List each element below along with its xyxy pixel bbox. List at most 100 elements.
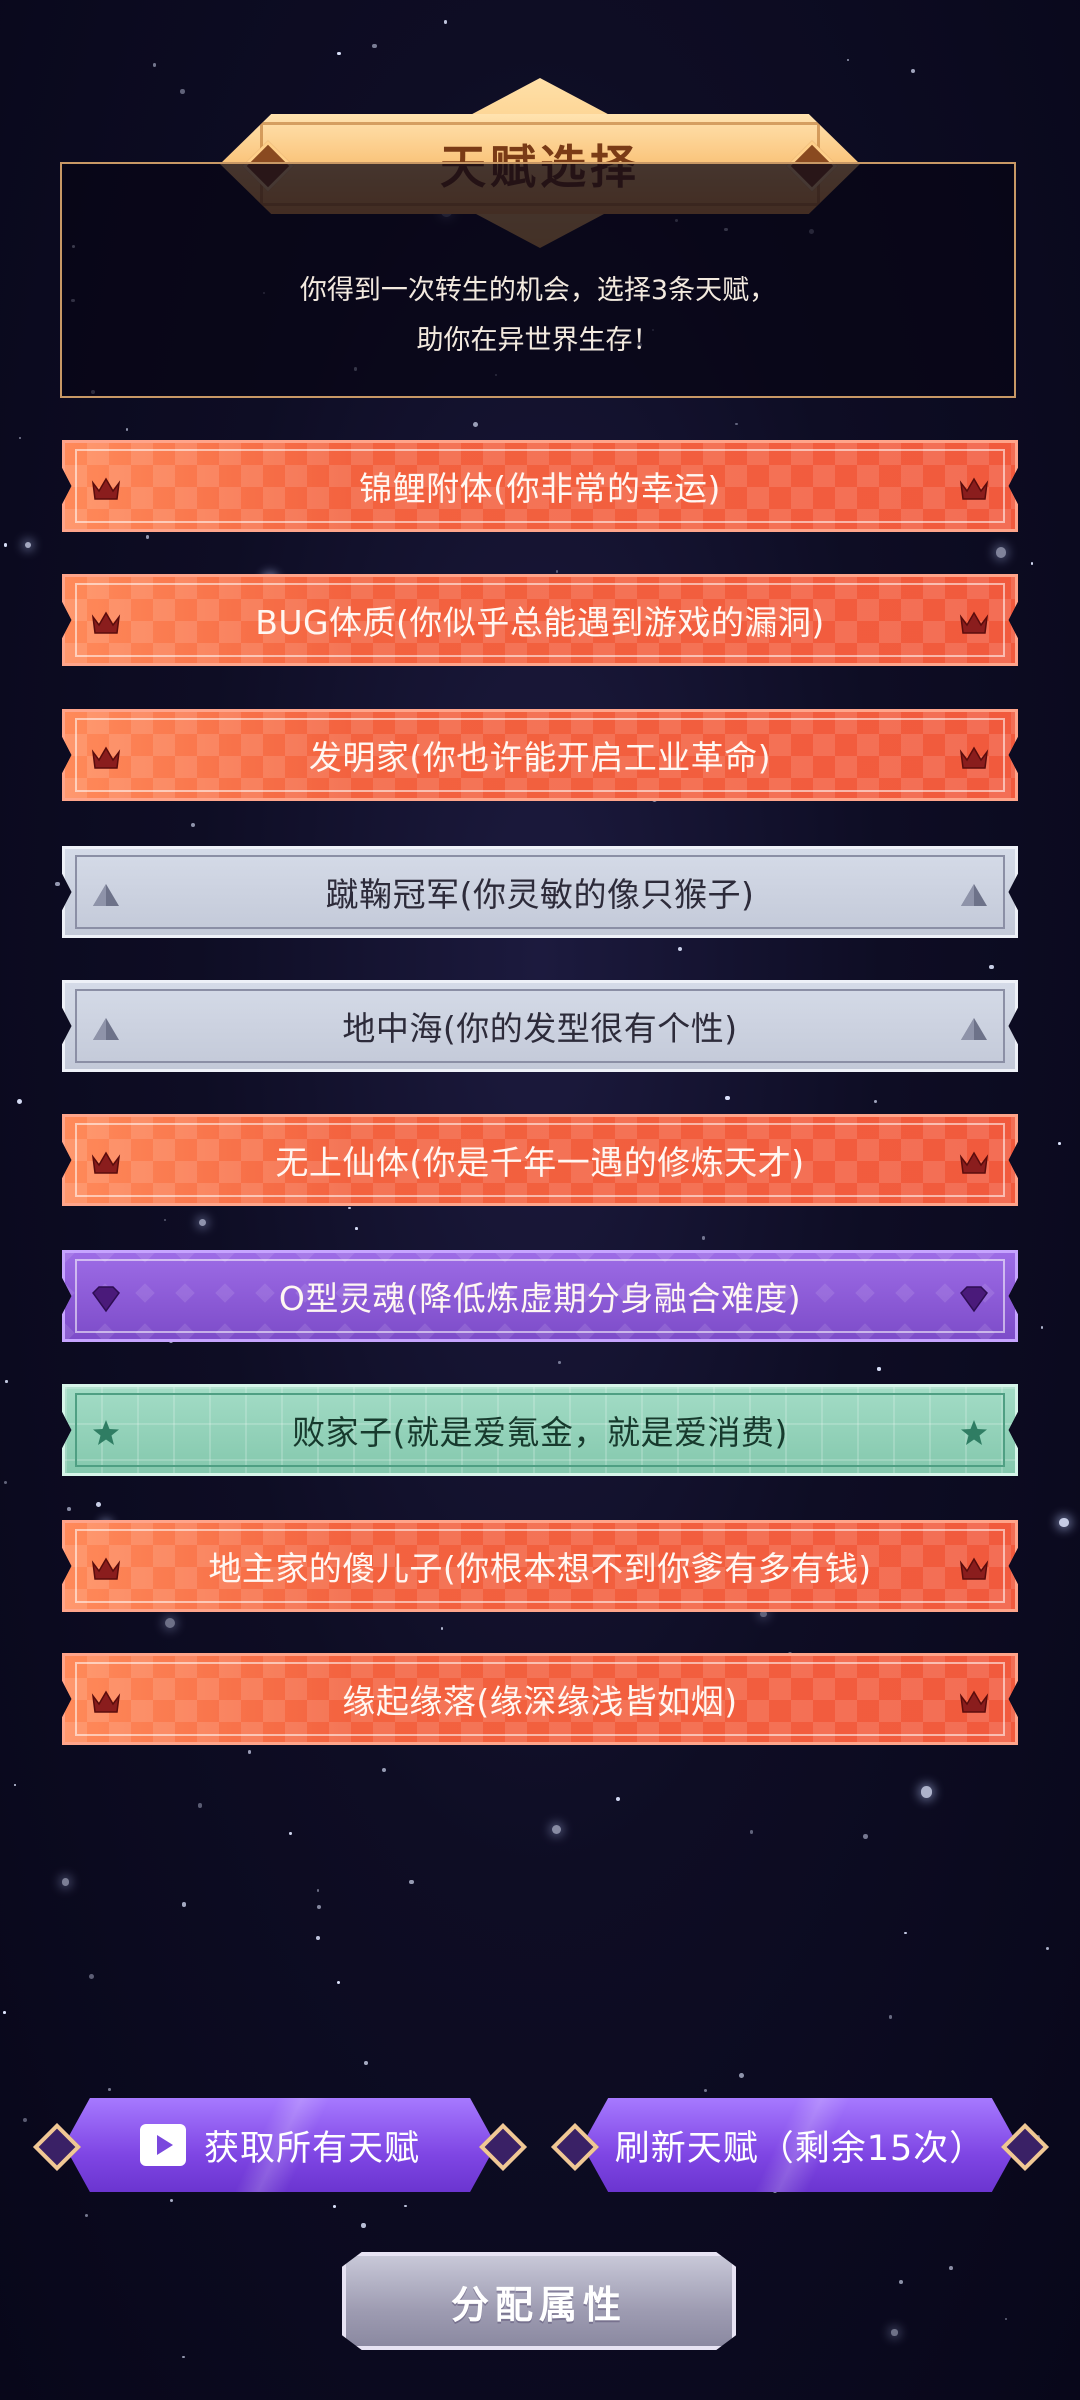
- star-dot: [749, 1830, 754, 1834]
- star-dot: [85, 2213, 89, 2217]
- star-dot: [615, 1796, 620, 1801]
- talent-option[interactable]: 地中海(你的发型很有个性): [62, 980, 1018, 1072]
- star-dot: [22, 2118, 27, 2123]
- star-dot: [19, 436, 22, 439]
- star-dot: [3, 543, 8, 548]
- star-dot: [24, 541, 32, 548]
- triangle-icon: [957, 879, 991, 911]
- star-dot: [336, 51, 341, 56]
- talent-label: 发明家(你也许能开启工业革命): [308, 738, 772, 777]
- crown-icon: [89, 1686, 123, 1718]
- star-dot: [863, 1834, 868, 1840]
- star-icon: [89, 1417, 123, 1449]
- star-dot: [354, 1227, 358, 1230]
- star-dot: [702, 1236, 706, 1240]
- star-dot: [61, 1878, 70, 1886]
- star-dot: [558, 1360, 562, 1364]
- talent-label: 地主家的傻儿子(你根本想不到你爹有多有钱): [208, 1549, 872, 1588]
- talent-option[interactable]: 蹴鞠冠军(你灵敏的像只猴子): [62, 846, 1018, 938]
- star-dot: [404, 2204, 407, 2208]
- star-dot: [1045, 1946, 1049, 1950]
- star-dot: [163, 1218, 167, 1222]
- star-dot: [181, 1902, 187, 1907]
- star-dot: [877, 1367, 881, 1371]
- get-all-talents-label: 获取所有天赋: [203, 2128, 420, 2169]
- refresh-talents-face: 刷新天赋（剩余15次）: [582, 2098, 1018, 2192]
- talent-label: O型灵魂(降低炼虚期分身融合难度): [278, 1279, 802, 1318]
- star-dot: [13, 1783, 17, 1787]
- talent-option[interactable]: 地主家的傻儿子(你根本想不到你爹有多有钱): [62, 1520, 1018, 1612]
- talent-option[interactable]: 败家子(就是爱氪金，就是爱消费): [62, 1384, 1018, 1476]
- crown-icon: [89, 1553, 123, 1585]
- gem-icon: [89, 1283, 123, 1315]
- star-dot: [948, 2265, 953, 2270]
- star-icon: [957, 1417, 991, 1449]
- star-dot: [316, 1935, 320, 1940]
- intro-panel: 你得到一次转生的机会，选择3条天赋， 助你在异世界生存！: [60, 162, 1016, 398]
- star-dot: [3, 2011, 6, 2014]
- star-dot: [145, 535, 150, 539]
- star-dot: [735, 422, 738, 425]
- star-dot: [443, 20, 448, 24]
- star-dot: [336, 1980, 340, 1984]
- talent-label: 锦鲤附体(你非常的幸运): [359, 469, 721, 508]
- refresh-talents-label: 刷新天赋（剩余15次）: [614, 2128, 986, 2169]
- talent-option[interactable]: 无上仙体(你是千年一遇的修炼天才): [62, 1114, 1018, 1206]
- crown-icon: [957, 1147, 991, 1179]
- star-dot: [904, 1931, 907, 1935]
- triangle-icon: [89, 1013, 123, 1045]
- star-dot: [289, 1832, 292, 1835]
- intro-line-2: 助你在异世界生存！: [416, 325, 660, 356]
- talent-option[interactable]: BUG体质(你似乎总能遇到游戏的漏洞): [62, 574, 1018, 666]
- star-dot: [473, 422, 479, 428]
- star-dot: [888, 2015, 893, 2019]
- crown-icon: [957, 473, 991, 505]
- star-dot: [677, 947, 683, 952]
- talent-label: 蹴鞠冠军(你灵敏的像只猴子): [325, 875, 755, 914]
- star-dot: [995, 546, 1007, 558]
- get-all-talents-face: 获取所有天赋: [64, 2098, 496, 2192]
- crown-icon: [957, 1553, 991, 1585]
- star-dot: [95, 1502, 101, 1507]
- star-dot: [739, 2073, 744, 2078]
- talent-option[interactable]: 缘起缘落(缘深缘浅皆如烟): [62, 1653, 1018, 1745]
- intro-line-1: 你得到一次转生的机会，选择3条天赋，: [299, 275, 777, 306]
- star-dot: [55, 881, 60, 887]
- star-dot: [182, 2355, 186, 2359]
- star-dot: [247, 1750, 251, 1754]
- talent-option[interactable]: 锦鲤附体(你非常的幸运): [62, 440, 1018, 532]
- talent-option[interactable]: 发明家(你也许能开启工业革命): [62, 709, 1018, 801]
- star-dot: [382, 1768, 387, 1773]
- star-dot: [88, 1973, 94, 1979]
- star-dot: [899, 2279, 903, 2284]
- gem-icon: [957, 1283, 991, 1315]
- crown-icon: [957, 607, 991, 639]
- star-dot: [847, 58, 850, 61]
- star-dot: [316, 1889, 320, 1893]
- star-dot: [1004, 2318, 1007, 2321]
- talent-label: 地中海(你的发型很有个性): [342, 1009, 738, 1048]
- get-all-talents-button[interactable]: 获取所有天赋: [32, 2090, 528, 2200]
- refresh-talents-button[interactable]: 刷新天赋（剩余15次）: [550, 2090, 1050, 2200]
- triangle-icon: [957, 1013, 991, 1045]
- star-dot: [316, 1904, 321, 1909]
- crown-icon: [89, 1147, 123, 1179]
- star-dot: [152, 63, 157, 68]
- video-play-icon: [139, 2124, 186, 2166]
- star-dot: [372, 43, 377, 48]
- star-dot: [190, 822, 196, 828]
- star-dot: [199, 1218, 207, 1226]
- crown-icon: [957, 1686, 991, 1718]
- star-dot: [333, 2204, 337, 2208]
- star-dot: [1030, 562, 1034, 565]
- allocate-attributes-button[interactable]: 分配属性: [342, 2252, 736, 2350]
- talent-option[interactable]: O型灵魂(降低炼虚期分身融合难度): [62, 1250, 1018, 1342]
- star-dot: [363, 2060, 368, 2065]
- star-dot: [5, 1380, 8, 1383]
- crown-icon: [89, 742, 123, 774]
- star-dot: [551, 1824, 561, 1835]
- talent-label: 无上仙体(你是千年一遇的修炼天才): [275, 1143, 805, 1182]
- talent-label: 败家子(就是爱氪金，就是爱消费): [292, 1413, 788, 1452]
- star-dot: [920, 1786, 933, 1798]
- star-dot: [197, 1803, 203, 1809]
